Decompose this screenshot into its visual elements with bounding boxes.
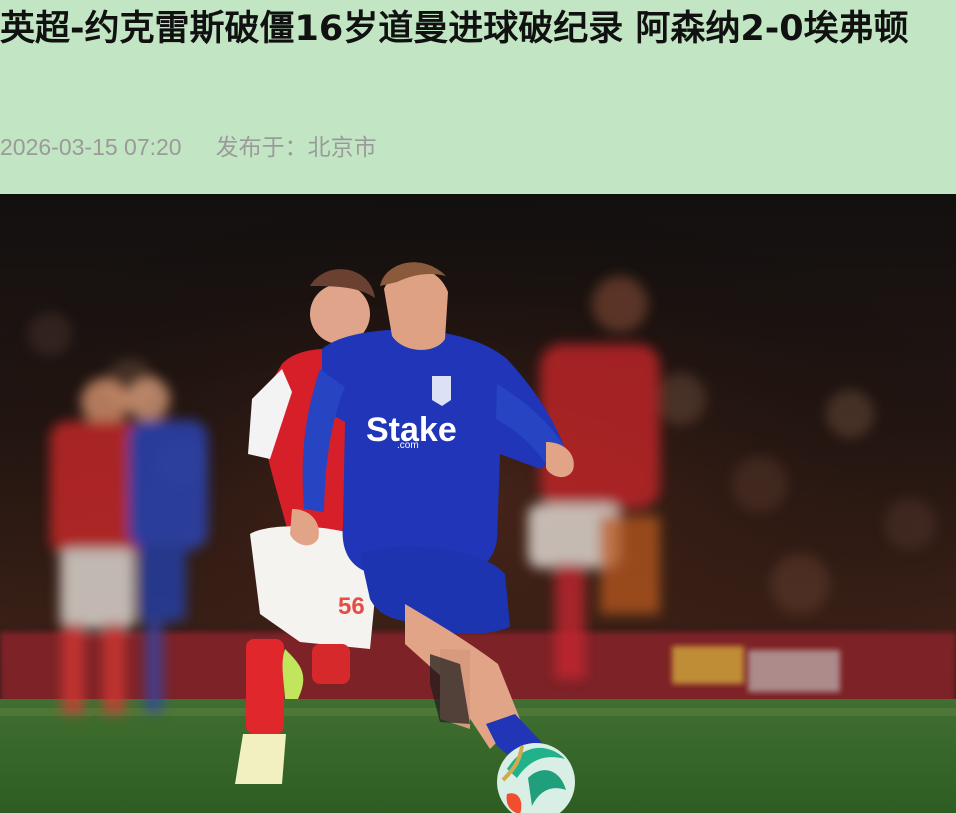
publish-location: 发布于：北京市 <box>215 134 377 160</box>
article-header: 英超-约克雷斯破僵16岁道曼进球破纪录 阿森纳2-0埃弗顿 2026-03-15… <box>0 0 956 194</box>
sponsor-subtext: .com <box>397 440 419 451</box>
publish-time: 2026-03-15 07:20 <box>0 134 182 160</box>
article-title: 英超-约克雷斯破僵16岁道曼进球破纪录 阿森纳2-0埃弗顿 <box>0 9 909 49</box>
club-crest-icon <box>432 376 451 406</box>
football-match-photo: 56 Stake .com <box>0 194 956 813</box>
article-meta: 2026-03-15 07:20 发布于：北京市 <box>0 131 377 163</box>
hero-photo[interactable]: 56 Stake .com <box>0 194 956 813</box>
shirt-number: 56 <box>338 593 365 620</box>
